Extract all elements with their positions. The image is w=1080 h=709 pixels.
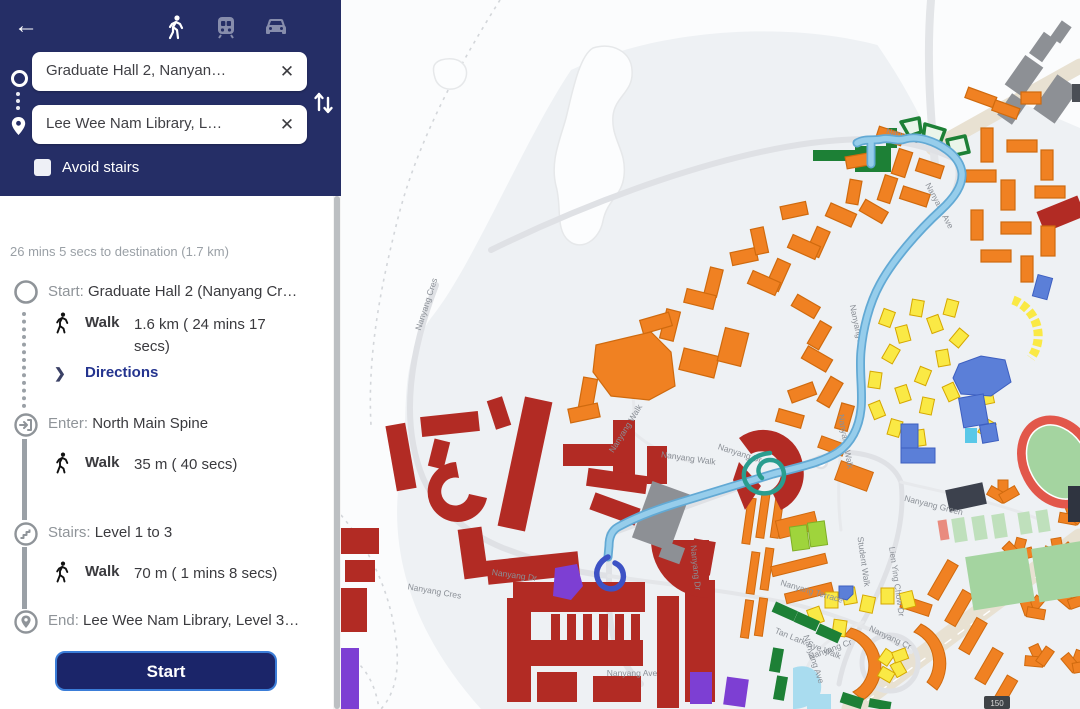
walk-icon — [163, 14, 189, 40]
walk3-detail: 70 m ( 1 mins 8 secs) — [134, 563, 324, 585]
street-label: Nanyang Ave — [607, 668, 658, 678]
start-step-title: Graduate Hall 2 (Nanyang Cr… — [88, 283, 297, 300]
stairs-step-icon — [13, 521, 39, 547]
end-step-title: Lee Wee Nam Library, Level 3… — [83, 612, 299, 629]
timeline-solid-connector — [22, 439, 27, 520]
route-summary: 26 mins 5 secs to destination (1.7 km) — [10, 244, 229, 259]
origin-circle-icon — [11, 70, 28, 87]
walk1-label: Walk — [85, 314, 119, 331]
dots-icon — [16, 106, 20, 110]
avoid-stairs-label: Avoid stairs — [62, 159, 139, 176]
enter-step-prefix: Enter: — [48, 415, 92, 432]
end-step: End: Lee Wee Nam Library, Level 3… — [48, 612, 333, 629]
walk-icon — [52, 312, 72, 334]
map-canvas: Nanyang CresNanyang AveNanyang AveNanyan… — [341, 0, 1080, 709]
origin-clear-button[interactable]: ✕ — [275, 60, 299, 84]
swap-arrows-icon — [311, 86, 337, 116]
car-icon — [263, 14, 289, 40]
enter-step: Enter: North Main Spine — [48, 415, 333, 432]
sidebar-header: ← — [0, 0, 341, 196]
destination-pin-icon — [10, 116, 27, 141]
walk-icon — [52, 452, 72, 474]
enter-step-title: North Main Spine — [92, 415, 208, 432]
start-button[interactable]: Start — [55, 651, 277, 691]
train-mode-tab[interactable] — [213, 14, 239, 40]
avoid-stairs-checkbox[interactable] — [34, 159, 51, 176]
route-planner-app: ← — [0, 0, 1080, 709]
enter-step-icon — [13, 412, 39, 438]
dots-icon — [16, 92, 20, 96]
end-step-prefix: End: — [48, 612, 83, 629]
sidebar-scrollbar-thumb[interactable] — [334, 196, 340, 709]
walk-mode-tab[interactable] — [163, 14, 189, 40]
campus-map[interactable]: Nanyang CresNanyang AveNanyang AveNanyan… — [341, 0, 1080, 709]
walk2-label: Walk — [85, 454, 119, 471]
stairs-step: Stairs: Level 1 to 3 — [48, 524, 333, 541]
back-button[interactable]: ← — [10, 10, 42, 42]
timeline-dotted-connector — [22, 312, 26, 408]
swap-waypoints-button[interactable] — [311, 86, 337, 116]
start-step-icon — [13, 279, 39, 305]
destination-input-value[interactable]: Lee Wee Nam Library, L… — [46, 115, 264, 132]
origin-input[interactable]: Graduate Hall 2, Nanyan… ✕ — [32, 52, 307, 91]
car-mode-tab[interactable] — [263, 14, 289, 40]
sidebar-scrollbar — [333, 196, 341, 709]
sidebar: ← — [0, 0, 341, 709]
start-step: Start: Graduate Hall 2 (Nanyang Cr… — [48, 283, 333, 300]
start-step-prefix: Start: — [48, 283, 88, 300]
destination-input[interactable]: Lee Wee Nam Library, L… ✕ — [32, 105, 307, 144]
origin-input-value[interactable]: Graduate Hall 2, Nanyan… — [46, 62, 264, 79]
chevron-right-icon: ❯ — [54, 365, 66, 382]
walk-icon — [52, 561, 72, 583]
directions-link[interactable]: Directions — [85, 364, 158, 381]
timeline-solid-connector — [22, 547, 27, 609]
walk3-label: Walk — [85, 563, 119, 580]
train-icon — [213, 14, 239, 40]
dots-icon — [16, 99, 20, 103]
route-steps-panel: 26 mins 5 secs to destination (1.7 km) S… — [0, 196, 333, 709]
walk2-detail: 35 m ( 40 secs) — [134, 454, 314, 476]
walk1-detail: 1.6 km ( 24 mins 17 secs) — [134, 314, 292, 358]
svg-text:150: 150 — [990, 699, 1004, 708]
end-step-icon — [13, 609, 39, 635]
destination-clear-button[interactable]: ✕ — [275, 113, 299, 137]
stairs-step-title: Level 1 to 3 — [95, 524, 173, 541]
stairs-step-prefix: Stairs: — [48, 524, 95, 541]
map-badge: 150 — [984, 696, 1010, 709]
